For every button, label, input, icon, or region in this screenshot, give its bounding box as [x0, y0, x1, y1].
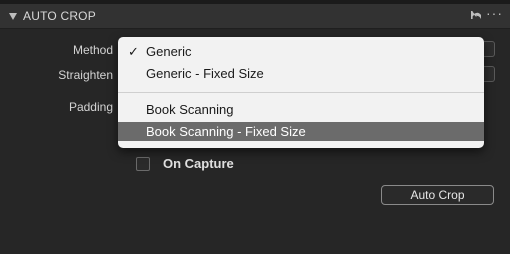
checkmark-icon: ✓ [128, 44, 139, 59]
menu-item-label: Book Scanning [146, 102, 234, 117]
menu-separator [118, 92, 484, 93]
collapse-triangle-icon[interactable] [9, 13, 17, 20]
straighten-select-edge[interactable] [483, 66, 495, 82]
menu-item-label: Generic [146, 44, 192, 59]
on-capture-checkbox[interactable] [136, 157, 150, 171]
menu-item-generic[interactable]: ✓ Generic [118, 42, 484, 61]
method-select-edge[interactable] [483, 41, 495, 57]
straighten-label: Straighten [58, 68, 113, 82]
menu-item-label: Book Scanning - Fixed Size [146, 124, 306, 139]
panel-header[interactable]: AUTO CROP ··· [0, 4, 510, 29]
menu-item-book-scanning-fixed-size[interactable]: Book Scanning - Fixed Size [118, 122, 484, 141]
reset-arrow-icon[interactable] [469, 9, 483, 26]
panel-title: AUTO CROP [23, 9, 96, 23]
on-capture-label[interactable]: On Capture [163, 156, 234, 171]
menu-item-label: Generic - Fixed Size [146, 66, 264, 81]
auto-crop-panel: AUTO CROP ··· Method Straighten Padding … [0, 0, 510, 254]
menu-item-book-scanning[interactable]: Book Scanning [118, 100, 484, 119]
menu-item-generic-fixed-size[interactable]: Generic - Fixed Size [118, 64, 484, 83]
method-dropdown-menu: ✓ Generic Generic - Fixed Size Book Scan… [118, 37, 484, 148]
more-dots-icon[interactable]: ··· [486, 5, 503, 21]
auto-crop-button[interactable]: Auto Crop [381, 185, 494, 205]
method-label: Method [72, 43, 113, 57]
padding-label: Padding [68, 100, 113, 114]
